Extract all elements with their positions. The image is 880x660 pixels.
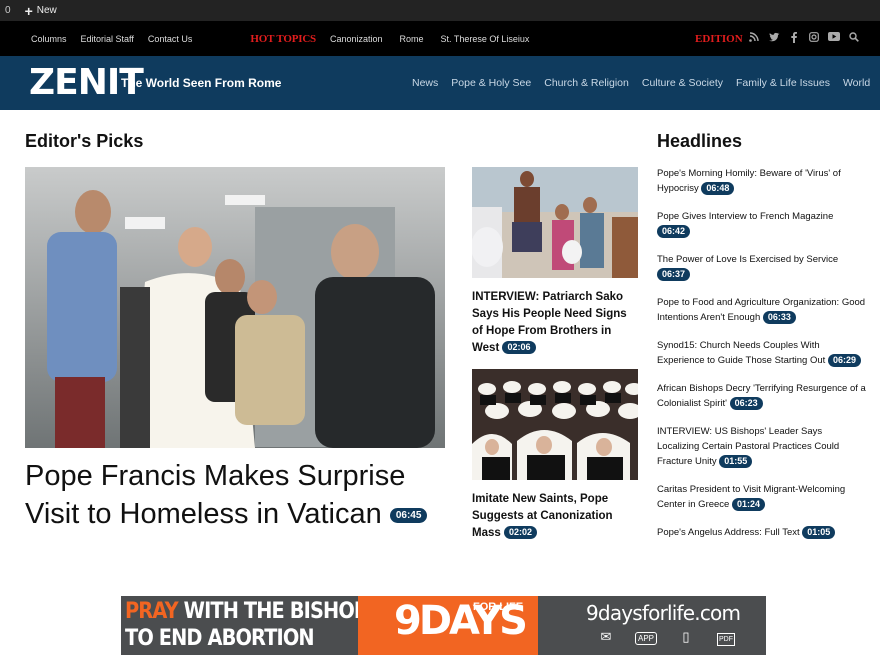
headlines-list: Pope's Morning Homily: Beware of 'Virus'… (657, 166, 867, 553)
admin-count[interactable]: 0 (0, 5, 17, 16)
main-nav: News Pope & Holy See Church & Religion C… (412, 77, 880, 89)
hot-topics-label: HOT TOPICS (250, 32, 316, 45)
headline-item[interactable]: African Bishops Decry 'Terrifying Resurg… (657, 381, 867, 411)
time-badge: 06:29 (827, 353, 861, 367)
top-links: Columns Editorial Staff Contact Us (31, 34, 206, 44)
editors-picks-title: Editor's Picks (25, 131, 144, 151)
facebook-icon[interactable] (784, 31, 804, 46)
time-badge: 06:37 (657, 267, 691, 281)
headline-item[interactable]: Pope to Food and Agriculture Organizatio… (657, 295, 867, 325)
time-badge: 01:24 (731, 497, 766, 511)
time-badge: 06:33 (762, 310, 796, 324)
email-icon: ✉ (600, 629, 612, 644)
ad-icons: ✉ APP ▯ PDF (586, 629, 746, 646)
site-logo[interactable]: ZENIT (29, 65, 144, 101)
headline-text[interactable]: Pope to Food and Agriculture Organizatio… (657, 297, 865, 323)
headlines-title: Headlines (657, 131, 743, 151)
admin-new-label: New (36, 5, 57, 16)
article-title[interactable]: Imitate New Saints, Pope Suggests at Can… (472, 491, 638, 542)
instagram-icon[interactable] (804, 31, 824, 46)
edition-menu[interactable]: EDITION (695, 33, 743, 45)
app-icon: APP (626, 629, 666, 645)
admin-bar: 0 + New (0, 0, 880, 21)
article-card[interactable]: Imitate New Saints, Pope Suggests at Can… (472, 369, 638, 542)
nav-pope-holy-see[interactable]: Pope & Holy See (451, 77, 531, 89)
ad-line-1-rest: WITH THE BISHOPS (177, 599, 382, 624)
hot-link-rome[interactable]: Rome (400, 34, 424, 44)
nav-news[interactable]: News (412, 77, 438, 89)
article-card[interactable]: INTERVIEW: Patriarch Sako Says His Peopl… (472, 167, 638, 357)
twitter-icon[interactable] (764, 32, 784, 46)
headline-item[interactable]: The Power of Love Is Exercised by Servic… (657, 252, 867, 282)
top-link-editorial-staff[interactable]: Editorial Staff (81, 34, 134, 44)
social-links (744, 31, 864, 46)
pdf-icon: PDF (706, 629, 746, 646)
top-nav: Columns Editorial Staff Contact Us HOT T… (0, 21, 880, 56)
top-link-columns[interactable]: Columns (31, 34, 67, 44)
headline-item[interactable]: Caritas President to Visit Migrant-Welco… (657, 482, 867, 512)
ad-line-1-accent: PRAY (125, 599, 179, 624)
headline-text[interactable]: The Power of Love Is Exercised by Servic… (657, 254, 838, 265)
article-title-text[interactable]: INTERVIEW: Patriarch Sako Says His Peopl… (472, 291, 627, 354)
nav-culture-society[interactable]: Culture & Society (642, 77, 723, 89)
phone-icon: ▯ (682, 629, 690, 644)
pdf-label: PDF (717, 633, 735, 646)
time-badge: 06:48 (701, 181, 735, 195)
hero-image[interactable] (25, 167, 445, 448)
hot-topics-links: Canonization Rome St. Therese Of Liseiux (330, 34, 546, 44)
article-title[interactable]: INTERVIEW: Patriarch Sako Says His Peopl… (472, 289, 638, 357)
hero-article-title[interactable]: Pope Francis Makes Surprise Visit to Hom… (25, 457, 455, 533)
headline-item[interactable]: Pope Gives Interview to French Magazine … (657, 209, 867, 239)
headline-text[interactable]: Pope's Morning Homily: Beware of 'Virus'… (657, 168, 841, 194)
hot-link-canonization[interactable]: Canonization (330, 34, 383, 44)
plus-icon: + (24, 2, 33, 19)
rss-icon[interactable] (744, 31, 764, 46)
ad-site-url: 9daysforlife.com (586, 601, 741, 625)
ad-logo: 9DAYS FOR LIFE (358, 596, 538, 655)
nav-church-religion[interactable]: Church & Religion (544, 77, 629, 89)
ad-logo-for-life: FOR LIFE (473, 601, 524, 613)
ad-banner[interactable]: PRAY WITH THE BISHOPS TO END ABORTION 9D… (121, 596, 766, 655)
article-thumbnail[interactable] (472, 369, 638, 480)
article-title-text[interactable]: Imitate New Saints, Pope Suggests at Can… (472, 493, 613, 539)
search-icon[interactable] (844, 31, 864, 46)
admin-new-button[interactable]: + New (17, 2, 57, 19)
ad-line-1: PRAY WITH THE BISHOPS (125, 599, 382, 624)
youtube-icon[interactable] (824, 31, 844, 46)
headline-text[interactable]: Synod15: Church Needs Couples With Exper… (657, 340, 825, 366)
hero-title-text[interactable]: Pope Francis Makes Surprise Visit to Hom… (25, 460, 405, 530)
headline-item[interactable]: INTERVIEW: US Bishops' Leader Says Local… (657, 424, 867, 469)
site-header: ZENIT The World Seen From Rome News Pope… (0, 56, 880, 110)
app-label: APP (634, 632, 657, 645)
nav-family-life[interactable]: Family & Life Issues (736, 77, 830, 89)
hot-link-st-therese[interactable]: St. Therese Of Liseiux (441, 34, 530, 44)
time-badge: 06:42 (657, 224, 691, 238)
headline-text[interactable]: Pope Gives Interview to French Magazine (657, 211, 833, 222)
headline-text[interactable]: Pope's Angelus Address: Full Text (657, 527, 800, 538)
article-thumbnail[interactable] (472, 167, 638, 278)
time-badge: 01:05 (802, 525, 836, 539)
time-badge: 02:06 (502, 341, 536, 355)
headline-item[interactable]: Pope's Angelus Address: Full Text 01:05 (657, 525, 867, 540)
site-tagline: The World Seen From Rome (121, 76, 282, 90)
nav-world[interactable]: World (843, 77, 870, 89)
time-badge: 06:23 (729, 396, 763, 410)
headline-item[interactable]: Pope's Morning Homily: Beware of 'Virus'… (657, 166, 867, 196)
ad-line-2: TO END ABORTION (125, 626, 315, 651)
time-badge: 01:55 (719, 454, 753, 468)
headline-item[interactable]: Synod15: Church Needs Couples With Exper… (657, 338, 867, 368)
top-link-contact-us[interactable]: Contact Us (148, 34, 193, 44)
time-badge: 06:45 (389, 507, 428, 523)
time-badge: 02:02 (503, 526, 538, 540)
